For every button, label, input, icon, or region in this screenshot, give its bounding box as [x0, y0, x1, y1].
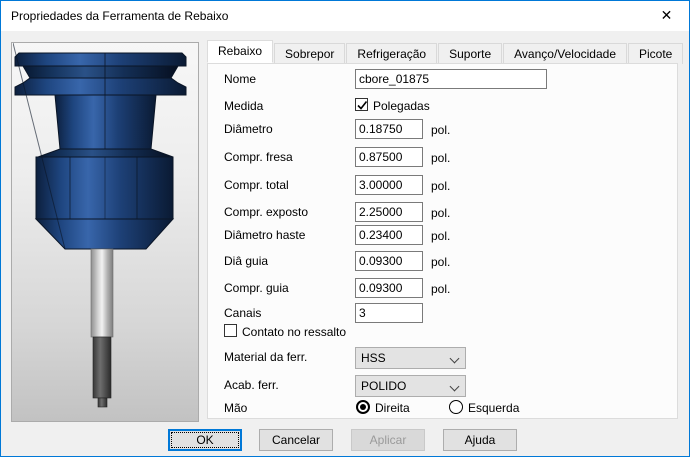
tab-sobrepor[interactable]: Sobrepor — [274, 43, 346, 64]
esquerda-radio[interactable] — [449, 400, 463, 414]
tab-strip: Rebaixo Sobrepor Refrigeração Suporte Avanço… — [207, 40, 684, 64]
diametro-label: Diâmetro — [224, 122, 273, 136]
compr-guia-label: Compr. guia — [224, 281, 289, 295]
compr-guia-unit: pol. — [431, 282, 451, 296]
contato-label: Contato no ressalto — [242, 325, 347, 339]
direita-radio[interactable] — [356, 400, 370, 414]
tab-avanco-velocidade[interactable]: Avanço/Velocidade — [503, 43, 627, 64]
radio-dot-icon — [360, 404, 366, 410]
dia-guia-input[interactable] — [355, 251, 423, 271]
compr-exposto-input[interactable] — [355, 202, 423, 222]
acabamento-dropdown[interactable]: POLIDO — [355, 375, 466, 397]
diametro-unit: pol. — [431, 123, 451, 137]
rebaixo-tab-panel: Nome Medida Polegadas Diâmetro pol. Comp… — [207, 63, 678, 419]
medida-label: Medida — [224, 99, 264, 113]
diametro-haste-unit: pol. — [431, 229, 451, 243]
diametro-input[interactable] — [355, 119, 423, 139]
chevron-down-icon — [449, 381, 460, 392]
nome-row: Nome — [208, 69, 677, 91]
diametro-haste-input[interactable] — [355, 225, 423, 245]
polegadas-checkbox[interactable] — [355, 98, 368, 111]
nome-input[interactable] — [355, 69, 547, 89]
compr-exposto-row: Compr. exposto pol. — [208, 202, 677, 224]
help-button[interactable]: Ajuda — [443, 429, 517, 451]
nome-label: Nome — [224, 72, 257, 86]
checkmark-icon — [357, 101, 368, 110]
compr-fresa-row: Compr. fresa pol. — [208, 147, 677, 169]
tab-refrigeracao[interactable]: Refrigeração — [346, 43, 438, 64]
title-bar: Propriedades da Ferramenta de Rebaixo ✕ — [1, 1, 689, 31]
acabamento-value: POLIDO — [361, 379, 407, 393]
compr-exposto-unit: pol. — [431, 206, 451, 220]
direita-label: Direita — [375, 401, 410, 415]
tool-3d-preview-image — [12, 43, 186, 408]
compr-total-unit: pol. — [431, 179, 451, 193]
close-icon[interactable]: ✕ — [644, 1, 689, 30]
compr-total-label: Compr. total — [224, 178, 289, 192]
contato-checkbox[interactable] — [224, 324, 237, 337]
tool-properties-dialog: Propriedades da Ferramenta de Rebaixo ✕ — [0, 0, 690, 457]
mao-row: Mão Direita Esquerda — [208, 398, 677, 420]
compr-guia-input[interactable] — [355, 278, 423, 298]
tab-rebaixo[interactable]: Rebaixo — [207, 40, 274, 63]
compr-total-input[interactable] — [355, 175, 423, 195]
diametro-haste-row: Diâmetro haste pol. — [208, 225, 677, 247]
chevron-down-icon — [449, 353, 460, 364]
material-label: Material da ferr. — [224, 350, 308, 364]
diametro-row: Diâmetro pol. — [208, 119, 677, 141]
diametro-haste-label: Diâmetro haste — [224, 228, 306, 242]
tool-preview-panel — [11, 42, 199, 422]
window-title: Propriedades da Ferramenta de Rebaixo — [11, 9, 229, 23]
ok-button[interactable]: OK — [168, 429, 242, 451]
canais-input[interactable] — [355, 303, 423, 323]
esquerda-label: Esquerda — [468, 401, 520, 415]
acabamento-label: Acab. ferr. — [224, 378, 279, 392]
compr-fresa-label: Compr. fresa — [224, 150, 293, 164]
material-value: HSS — [361, 351, 386, 365]
material-row: Material da ferr. HSS — [208, 347, 677, 369]
canais-label: Canais — [224, 306, 262, 320]
dia-guia-row: Diâ guia pol. — [208, 251, 677, 273]
apply-button: Aplicar — [351, 429, 425, 451]
dia-guia-unit: pol. — [431, 255, 451, 269]
dia-guia-label: Diâ guia — [224, 254, 269, 268]
mao-label: Mão — [224, 401, 248, 415]
compr-total-row: Compr. total pol. — [208, 175, 677, 197]
compr-fresa-unit: pol. — [431, 151, 451, 165]
compr-fresa-input[interactable] — [355, 147, 423, 167]
compr-guia-row: Compr. guia pol. — [208, 278, 677, 300]
material-dropdown[interactable]: HSS — [355, 347, 466, 369]
acabamento-row: Acab. ferr. POLIDO — [208, 375, 677, 397]
polegadas-label: Polegadas — [373, 99, 430, 113]
medida-row: Medida Polegadas — [208, 96, 677, 118]
cancel-button[interactable]: Cancelar — [259, 429, 333, 451]
tab-picote[interactable]: Picote — [628, 43, 684, 64]
contato-row: Contato no ressalto — [208, 322, 677, 344]
tab-suporte[interactable]: Suporte — [438, 43, 503, 64]
compr-exposto-label: Compr. exposto — [224, 205, 309, 219]
